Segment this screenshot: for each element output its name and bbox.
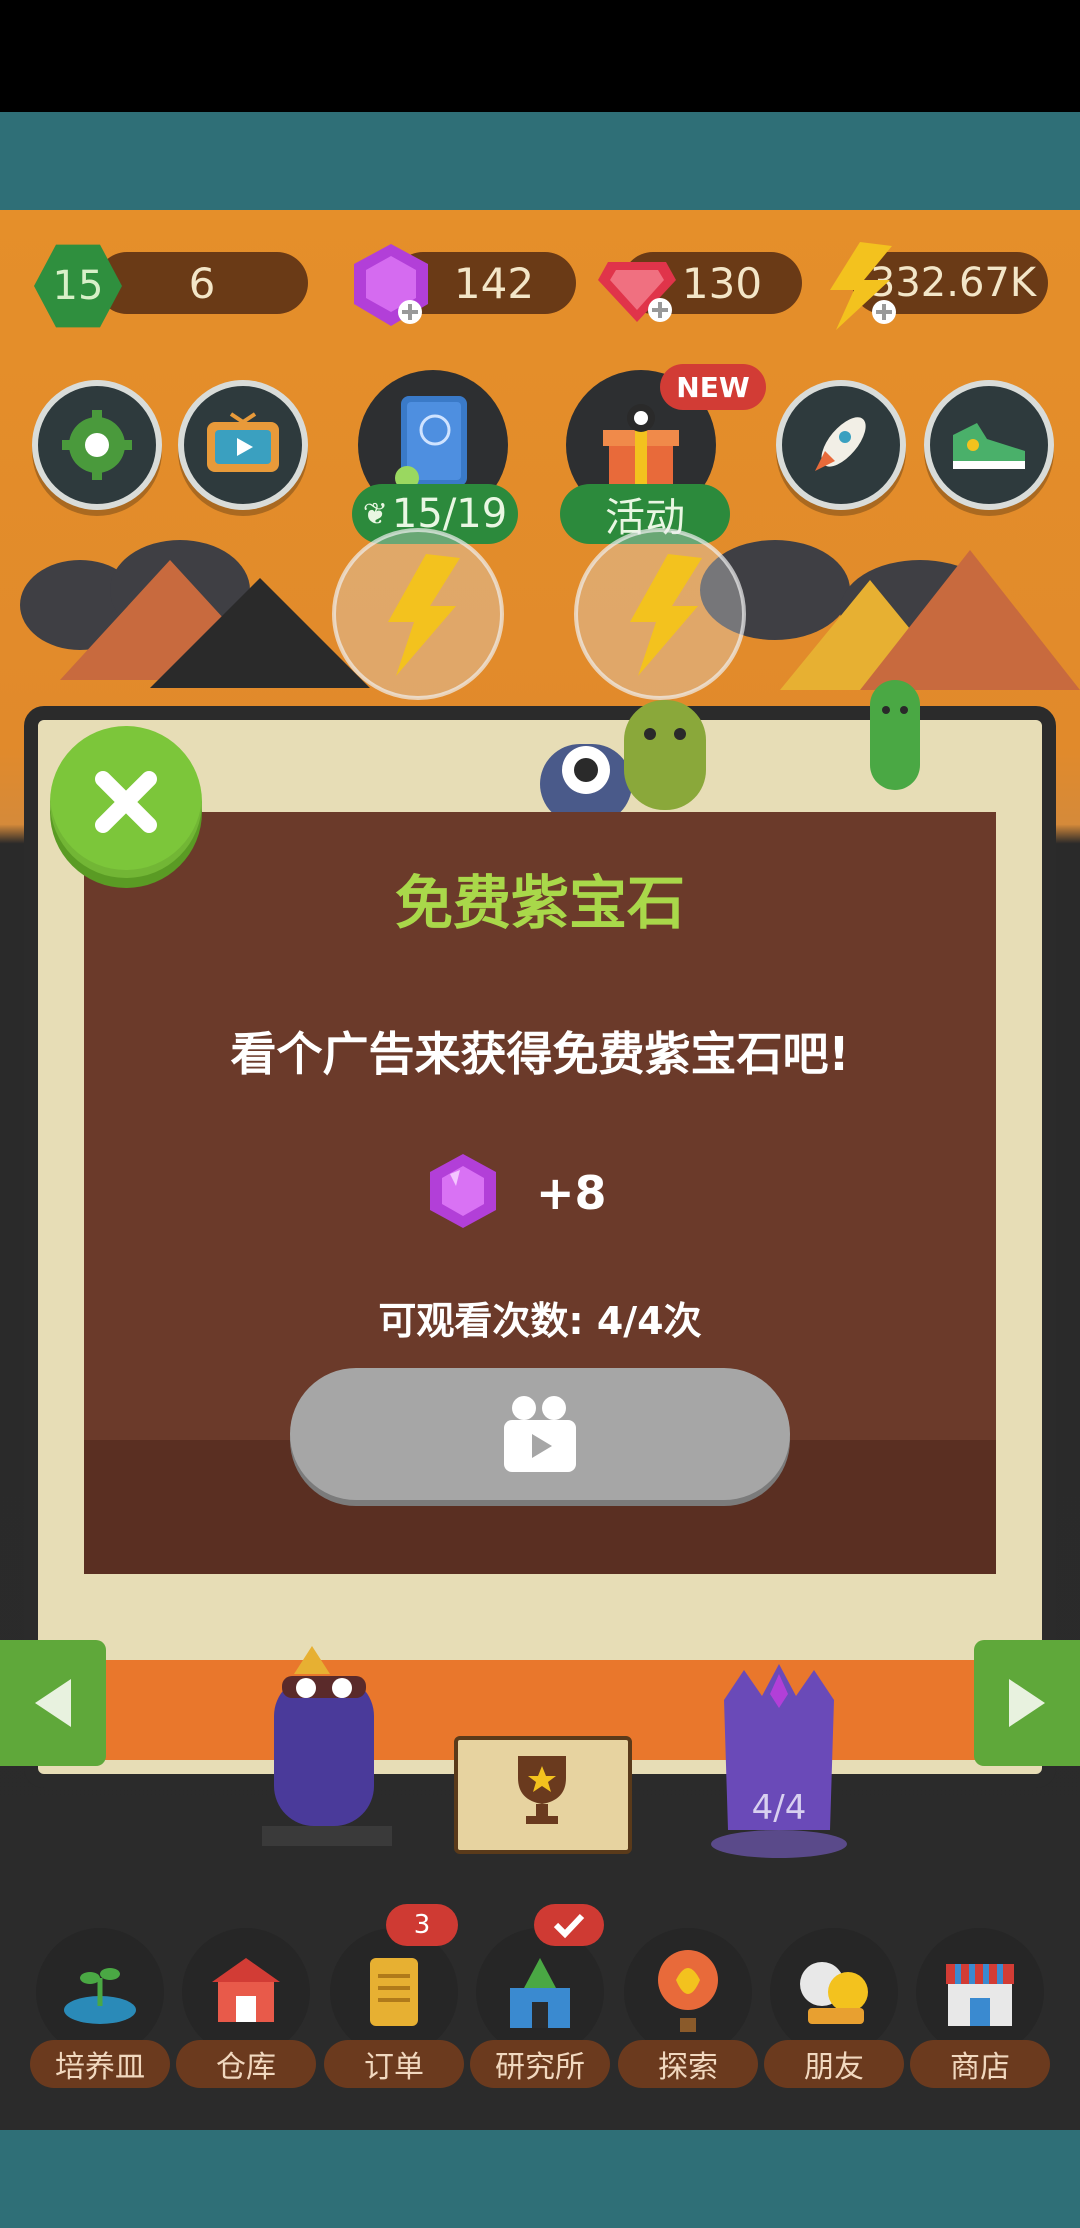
- sneaker-button[interactable]: [924, 380, 1054, 510]
- nav-label: 培养皿: [30, 2040, 170, 2088]
- gear-icon: [62, 410, 132, 480]
- nav-label: 朋友: [764, 2040, 904, 2088]
- nav-petri-dish[interactable]: 培养皿: [30, 1928, 170, 2088]
- views-remaining: 可观看次数: 4/4次: [378, 1299, 702, 1343]
- petri-dish-icon: [64, 1968, 136, 2024]
- nav-label: 订单: [324, 2040, 464, 2088]
- energy-bubble[interactable]: [572, 526, 748, 702]
- orders-badge-count: 3: [413, 1910, 431, 1940]
- nav-warehouse[interactable]: 仓库: [176, 1928, 316, 2088]
- arrow-right-icon: [1009, 1679, 1045, 1727]
- new-badge-text: NEW: [676, 370, 750, 404]
- video-camera-icon: [504, 1396, 576, 1472]
- mountain: [860, 550, 1080, 690]
- nav-shop[interactable]: 商店: [910, 1928, 1050, 2088]
- nav-circle: [624, 1928, 752, 2056]
- energy-add-icon[interactable]: [820, 240, 900, 332]
- nav-label: 研究所: [470, 2040, 610, 2088]
- checkmark-icon: [553, 1913, 585, 1939]
- top-letterbox: [0, 0, 1080, 112]
- scroll-icon: [370, 1958, 418, 2026]
- trophy-sign[interactable]: [454, 1736, 632, 1854]
- nav-circle: [330, 1928, 458, 2056]
- rocket-icon: [815, 417, 866, 471]
- previous-area-button[interactable]: [0, 1640, 106, 1766]
- bottom-band: [0, 2130, 1080, 2228]
- dialog-title: 免费紫宝石: [394, 869, 685, 937]
- purple-gem-count: 142: [453, 258, 535, 308]
- top-band: [0, 112, 1080, 210]
- nav-lab[interactable]: 研究所: [470, 1928, 610, 2088]
- close-icon: [95, 771, 157, 833]
- video-ad-button[interactable]: [178, 380, 308, 510]
- nav-friends[interactable]: 朋友: [764, 1928, 904, 2088]
- tv-icon: [207, 412, 279, 472]
- crystal-portal[interactable]: [704, 1660, 854, 1860]
- nav-circle: [770, 1928, 898, 2056]
- cactus: [870, 680, 920, 790]
- nav-circle: [182, 1928, 310, 2056]
- barn-icon: [212, 1958, 280, 2022]
- energy-bubble[interactable]: [330, 526, 506, 702]
- arrow-left-icon: [35, 1679, 71, 1727]
- nav-circle: [36, 1928, 164, 2056]
- nav-label: 商店: [910, 2040, 1050, 2088]
- lab-icon: [510, 1958, 570, 2028]
- balloon-icon: [658, 1950, 718, 2032]
- next-area-button[interactable]: [974, 1640, 1080, 1766]
- nav-label: 探索: [618, 2040, 758, 2088]
- rocket-button[interactable]: [776, 380, 906, 510]
- purple-monster[interactable]: [252, 1636, 402, 1846]
- close-button[interactable]: [50, 726, 202, 878]
- purple-gem-icon: [430, 1154, 496, 1228]
- purple-gem-add-icon[interactable]: [348, 240, 434, 330]
- reward-amount: +8: [536, 1166, 607, 1220]
- nav-explore[interactable]: 探索: [618, 1928, 758, 2088]
- nav-orders[interactable]: 订单: [324, 1928, 464, 2088]
- red-gem-add-icon[interactable]: [594, 242, 680, 328]
- level-value: 15: [52, 263, 104, 309]
- orders-badge: 3: [386, 1904, 458, 1946]
- settings-button[interactable]: [32, 380, 162, 510]
- new-badge: NEW: [660, 364, 766, 410]
- friends-icon: [800, 1962, 868, 2024]
- trophy-icon: [518, 1756, 566, 1824]
- cactus-creature: [624, 700, 706, 810]
- level-progress-value: 6: [188, 258, 216, 308]
- nav-circle: [476, 1928, 604, 2056]
- red-gem-count: 130: [681, 258, 763, 308]
- watch-ad-button[interactable]: [290, 1368, 790, 1500]
- lab-check-badge: [534, 1904, 604, 1946]
- dialog-message: 看个广告来获得免费紫宝石吧!: [230, 1027, 850, 1081]
- nav-circle: [916, 1928, 1044, 2056]
- nav-label: 仓库: [176, 2040, 316, 2088]
- shop-icon: [946, 1964, 1014, 2026]
- level-progress-pill: 6: [96, 252, 308, 314]
- sneaker-icon: [953, 423, 1025, 469]
- portal-count: 4/4: [751, 1788, 807, 1828]
